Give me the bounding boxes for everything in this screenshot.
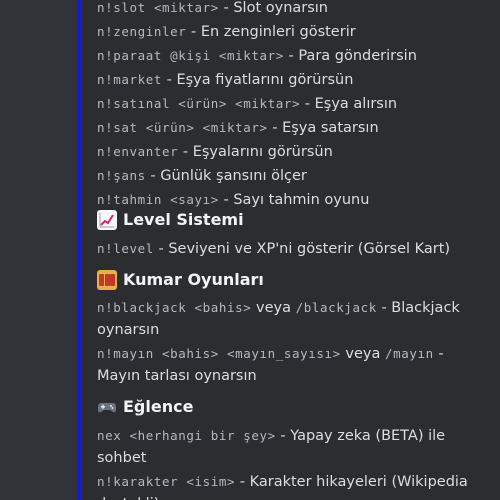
section-title: Kumar Oyunları: [123, 270, 264, 289]
command-code: n!blackjack <bahis>: [97, 300, 252, 315]
command-line: n!slot <miktar> - Slot oynarsın: [97, 0, 417, 20]
command-line: nex <herhangi bir şey> - Yapay zeka (BET…: [97, 425, 472, 469]
section-title: Eğlence: [123, 397, 194, 416]
game-controller-icon: [97, 397, 117, 417]
command-code: nex <herhangi bir şey>: [97, 428, 276, 443]
slash-command-code: /blackjack: [295, 300, 377, 315]
command-code: n!tahmin <sayı>: [97, 192, 219, 207]
command-desc: - Eşyalarını görürsün: [178, 144, 333, 160]
command-line: n!blackjack <bahis> veya /blackjack - Bl…: [97, 297, 472, 341]
section-heading: Kumar Oyunları: [97, 268, 472, 292]
command-line: n!level - Seviyeni ve XP'ni gösterir (Gö…: [97, 237, 450, 261]
command-desc: - En zenginleri gösterir: [186, 24, 356, 40]
command-line: n!zenginler - En zenginleri gösterir: [97, 20, 417, 44]
command-desc: - Para gönderirsin: [283, 48, 417, 64]
command-code: n!sat <ürün> <miktar>: [97, 120, 268, 135]
command-code: n!satınal <ürün> <miktar>: [97, 96, 301, 111]
command-code: n!paraat @kişi <miktar>: [97, 48, 284, 63]
command-line: n!karakter <isim> - Karakter hikayeleri …: [97, 471, 472, 500]
command-line: n!paraat @kişi <miktar> - Para gönderirs…: [97, 44, 417, 68]
command-code: n!karakter <isim>: [97, 474, 236, 489]
command-line: n!sat <ürün> <miktar> - Eşya satarsın: [97, 116, 417, 140]
command-line: n!envanter - Eşyalarını görürsün: [97, 140, 417, 164]
message-gutter: [0, 0, 77, 500]
section-heading: Level Sistemi: [97, 208, 450, 232]
section-kumar: Kumar Oyunları n!blackjack <bahis> veya …: [97, 268, 472, 387]
command-code: n!envanter: [97, 144, 179, 159]
command-separator: veya: [340, 346, 385, 362]
section-title: Level Sistemi: [123, 210, 244, 229]
command-desc: - Slot oynarsın: [218, 0, 329, 16]
command-code: n!mayın <bahis> <mayın_sayısı>: [97, 346, 341, 361]
chart-increasing-icon: [97, 210, 117, 230]
command-desc: - Sayı tahmin oyunu: [218, 192, 370, 208]
command-desc: - Eşya satarsın: [267, 120, 379, 136]
slot-machine-icon: [97, 270, 117, 290]
command-desc: - Eşya alırsın: [300, 96, 398, 112]
command-desc: - Eşya fiyatlarını görürsün: [162, 72, 354, 88]
section-heading: Eğlence: [97, 395, 472, 419]
command-line: n!mayın <bahis> <mayın_sayısı> veya /may…: [97, 343, 472, 387]
command-desc: - Günlük şansını ölçer: [145, 168, 307, 184]
command-code: n!market: [97, 72, 163, 87]
command-separator: veya: [251, 300, 296, 316]
slash-command-code: /mayın: [384, 346, 434, 361]
command-line: n!şans - Günlük şansını ölçer: [97, 164, 417, 188]
command-code: n!zenginler: [97, 24, 187, 39]
section-eglence: Eğlence nex <herhangi bir şey> - Yapay z…: [97, 395, 472, 500]
command-code: n!slot <miktar>: [97, 0, 219, 15]
command-line: n!satınal <ürün> <miktar> - Eşya alırsın: [97, 92, 417, 116]
command-code: n!level: [97, 241, 154, 256]
embed-accent-bar: [77, 0, 81, 500]
command-line: n!market - Eşya fiyatlarını görürsün: [97, 68, 417, 92]
section-level: Level Sistemi n!level - Seviyeni ve XP'n…: [97, 208, 450, 261]
help-embed: n!slot <miktar> - Slot oynarsın n!zengin…: [77, 0, 500, 500]
command-desc: - Seviyeni ve XP'ni gösterir (Görsel Kar…: [153, 241, 451, 257]
command-code: n!şans: [97, 168, 146, 183]
